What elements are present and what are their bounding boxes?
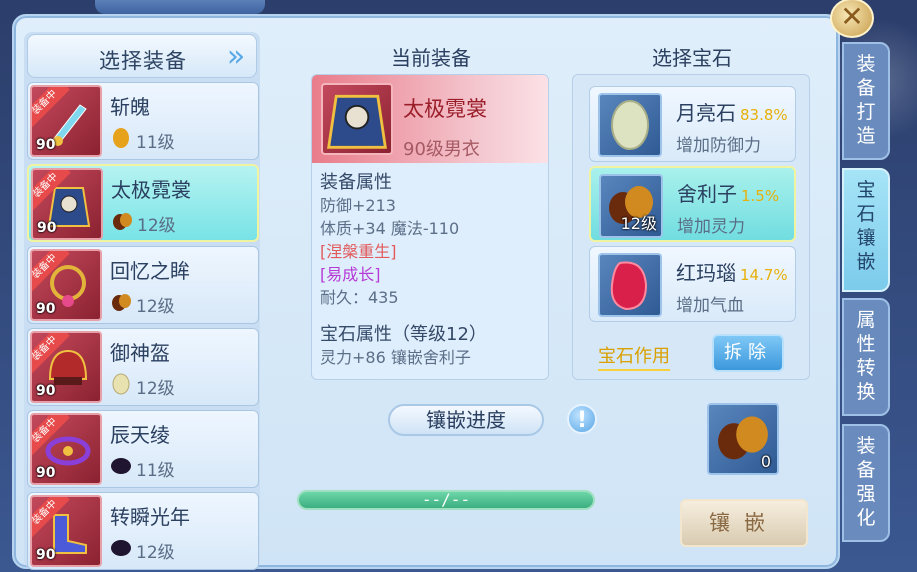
gem-level: 12级 — [136, 379, 175, 399]
gem-name: 舍利子 1.5% — [677, 182, 780, 206]
equipment-name: 斩魄 — [110, 95, 150, 119]
level-badge: 90 — [36, 465, 56, 481]
equipment-name: 辰天绫 — [110, 423, 170, 447]
gem-row-agate[interactable]: 红玛瑙 14.7% 增加气血 — [589, 246, 796, 322]
gem-attribute-line: 灵力+86 镶嵌舍利子 — [320, 348, 471, 367]
equipment-name: 回忆之眸 — [110, 259, 190, 283]
gem-row-sarira[interactable]: 12级 舍利子 1.5% 增加灵力 — [589, 166, 796, 242]
gem-percent: 1.5% — [741, 187, 780, 205]
tab-attribute-convert[interactable]: 属性转换 — [842, 298, 890, 416]
level-badge: 90 — [36, 547, 56, 563]
equipment-item-chentian[interactable]: 装备中 90 辰天绫 11级 — [27, 410, 259, 488]
equipment-item-yushen[interactable]: 装备中 90 御神盔 12级 — [27, 328, 259, 406]
sarira-icon: 12级 — [599, 174, 663, 238]
gem-percent: 14.7% — [740, 266, 788, 284]
equipment-item-zhanpo[interactable]: 装备中 90 斩魄 11级 — [27, 82, 259, 160]
equipment-header: 太极霓裳 90级男衣 — [312, 75, 548, 163]
attribute-list: 装备属性 防御+213 体质+34 魔法-110 [涅槃重生] [易成长] 耐久… — [320, 171, 546, 369]
gem-icon — [111, 458, 131, 474]
equipment-item-taiji[interactable]: 装备中 90 太极霓裳 12级 — [27, 164, 259, 242]
red-agate-icon — [598, 253, 662, 317]
special-skill: [涅槃重生] — [320, 242, 397, 261]
current-equipment-title: 当前装备 — [391, 46, 471, 70]
equipment-name: 转瞬光年 — [110, 505, 190, 529]
level-badge: 90 — [36, 301, 56, 317]
gem-name: 红玛瑙 14.7% — [676, 261, 788, 285]
equipment-name: 太极霓裳 — [111, 178, 191, 202]
equipment-type: 90级男衣 — [403, 139, 480, 160]
robe-icon — [321, 83, 393, 155]
robe-icon: 装备中 90 — [31, 168, 103, 240]
gem-icon — [112, 294, 131, 311]
equipment-name: 太极霓裳 — [403, 97, 487, 121]
special-trait: [易成长] — [320, 265, 381, 284]
gem-percent: 83.8% — [740, 106, 788, 124]
inlay-progress-bar: --/-- — [297, 490, 595, 510]
attribute-line: 防御+213 — [320, 196, 396, 215]
gem-level: 12级 — [136, 297, 175, 317]
gem-icon — [113, 213, 132, 230]
equipment-item-huiyi[interactable]: 装备中 90 回忆之眸 12级 — [27, 246, 259, 324]
remove-gem-button[interactable]: 拆除 — [712, 334, 784, 372]
gem-icon — [111, 540, 131, 556]
gem-description: 增加防御力 — [676, 136, 761, 156]
equipment-name: 御神盔 — [110, 341, 170, 365]
durability: 耐久：435 — [320, 288, 399, 307]
title-strip — [95, 0, 265, 14]
gem-icon — [112, 373, 130, 395]
necklace-icon: 装备中 90 — [30, 249, 102, 321]
current-equipment-card: 太极霓裳 90级男衣 装备属性 防御+213 体质+34 魔法-110 [涅槃重… — [311, 74, 549, 380]
progress-value: --/-- — [421, 490, 471, 509]
tab-gem-inlay[interactable]: 宝石镶嵌 — [842, 168, 890, 292]
double-chevron-icon[interactable]: » — [222, 41, 250, 73]
gem-row-moonstone[interactable]: 月亮石 83.8% 增加防御力 — [589, 86, 796, 162]
attribute-header: 装备属性 — [320, 172, 392, 193]
slot-count: 0 — [760, 452, 771, 471]
equipment-item-zhuanshun[interactable]: 装备中 90 转瞬光年 12级 — [27, 492, 259, 570]
inlay-button[interactable]: 镶嵌 — [680, 499, 808, 547]
inlay-progress-label: 镶嵌进度 — [388, 404, 544, 436]
belt-icon: 装备中 90 — [30, 413, 102, 485]
tab-enhance[interactable]: 装备强化 — [842, 424, 890, 542]
gem-slot[interactable]: 0 — [707, 403, 779, 475]
gem-level: 12级 — [137, 216, 176, 236]
gem-count: 12级 — [620, 214, 657, 233]
weapon-icon: 装备中 90 — [30, 85, 102, 157]
gem-level: 12级 — [136, 543, 175, 563]
level-badge: 90 — [37, 220, 57, 236]
gem-effect-link[interactable]: 宝石作用 — [598, 342, 670, 371]
level-badge: 90 — [36, 137, 56, 153]
attribute-line: 体质+34 魔法-110 — [320, 219, 460, 238]
gem-description: 增加气血 — [676, 296, 744, 316]
level-badge: 90 — [36, 383, 56, 399]
boots-icon: 装备中 90 — [30, 495, 102, 567]
info-icon[interactable]: ! — [567, 404, 597, 434]
gem-attribute-header: 宝石属性（等级12） — [320, 324, 487, 345]
gem-icon — [113, 128, 129, 148]
tab-forge[interactable]: 装备打造 — [842, 42, 890, 160]
equipment-list-header: 选择装备 » — [27, 34, 257, 78]
gem-description: 增加灵力 — [677, 217, 745, 237]
gem-level: 11级 — [136, 461, 175, 481]
gem-name: 月亮石 83.8% — [676, 101, 788, 125]
select-gem-title: 选择宝石 — [652, 46, 732, 70]
gem-level: 11级 — [136, 133, 175, 153]
helmet-icon: 装备中 90 — [30, 331, 102, 403]
moonstone-icon — [598, 93, 662, 157]
